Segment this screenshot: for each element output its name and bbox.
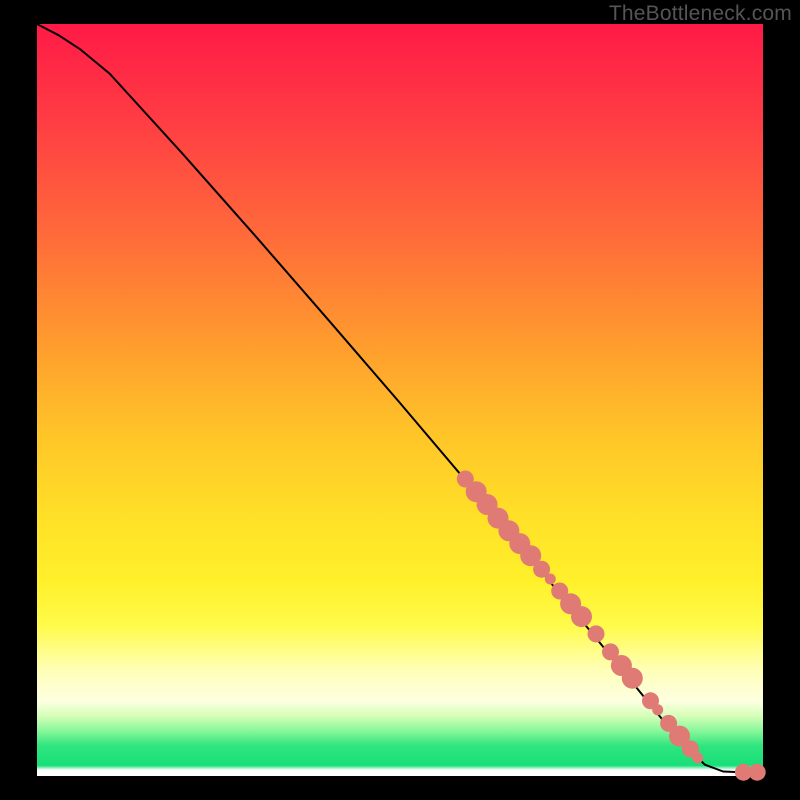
curve-marker-12 (588, 625, 605, 642)
curve-markers (457, 471, 766, 781)
curve-marker-21 (692, 753, 703, 764)
curve-marker-17 (652, 704, 663, 715)
curve-marker-23 (749, 764, 766, 781)
chart-stage: TheBottleneck.com (0, 0, 800, 800)
curve-marker-8 (545, 574, 556, 585)
plot-area (37, 24, 763, 776)
plot-svg (37, 24, 763, 776)
watermark-text: TheBottleneck.com (609, 2, 792, 26)
bottleneck-curve (37, 24, 763, 772)
curve-marker-11 (571, 606, 592, 627)
curve-marker-15 (622, 668, 643, 689)
